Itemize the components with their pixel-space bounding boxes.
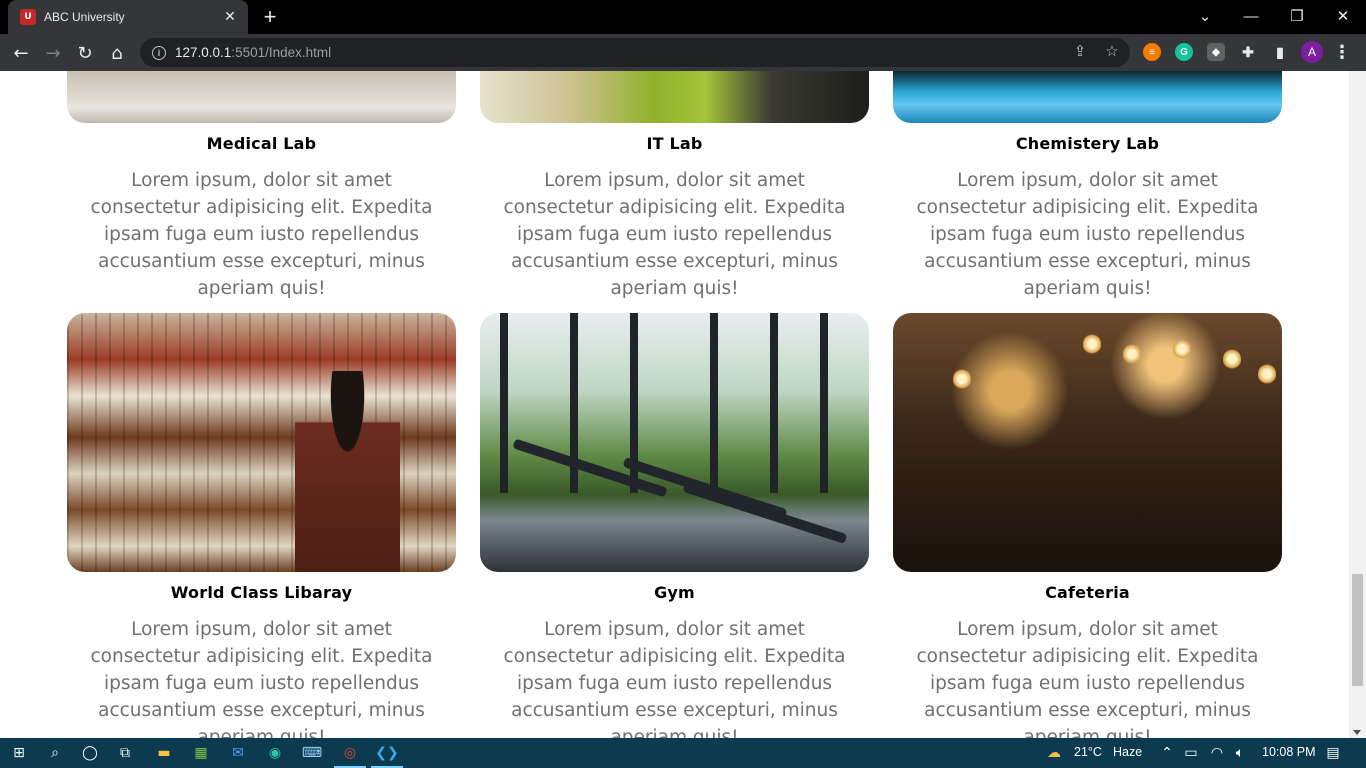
facility-title: IT Lab [646,134,703,153]
facility-description: Lorem ipsum, dolor sit amet consectetur … [503,170,846,299]
facility-card-library: World Class Libaray Lorem ipsum, dolor s… [67,313,456,738]
cafeteria-image [893,313,1282,572]
weather-description[interactable]: Haze [1113,745,1142,759]
facility-title: World Class Libaray [170,583,353,602]
it-lab-image [480,71,869,123]
wifi-icon[interactable]: ◠ [1206,742,1228,764]
facility-card-medical-lab: Medical Lab Lorem ipsum, dolor sit amet … [67,71,456,302]
browser-tab[interactable]: U ABC University ✕ [8,0,248,34]
windows-taskbar: ⊞ ⌕ ◯ ⧉ ▬ ▦ ✉ ◉ ⌨ ◎ ❮❯ ☁ 21°C Haze ⌃ ▭ ◠… [0,738,1366,768]
shield-extension-icon[interactable]: ◆ [1207,43,1225,61]
close-window-button[interactable]: ✕ [1320,0,1366,32]
facility-description: Lorem ipsum, dolor sit amet consectetur … [916,619,1259,738]
tab-search-icon[interactable]: ⌄ [1182,0,1228,32]
chrome-icon[interactable]: ◎ [339,742,361,764]
facility-card-it-lab: IT Lab Lorem ipsum, dolor sit amet conse… [480,71,869,302]
store-icon[interactable]: ▦ [190,742,212,764]
site-info-icon[interactable]: i [152,45,166,60]
share-icon[interactable]: ⇪ [1070,42,1090,60]
volume-icon[interactable]: 🔈︎ [1229,742,1251,764]
browser-menu-icon[interactable]: ⋮ [1333,40,1351,64]
university-crest-icon: U [20,9,36,25]
facility-card-gym: Gym Lorem ipsum, dolor sit amet consecte… [480,313,869,738]
library-image [67,313,456,572]
minimize-button[interactable]: — [1228,0,1274,32]
clock-time[interactable]: 10:08 PM [1262,745,1316,759]
url-text[interactable]: 127.0.0.1:5501/Index.html [175,45,331,60]
side-panel-icon[interactable]: ▮ [1271,43,1289,61]
facility-description: Lorem ipsum, dolor sit amet consectetur … [916,170,1259,299]
battery-icon[interactable]: ▭ [1180,742,1202,764]
restore-button[interactable]: ❐ [1274,0,1320,32]
task-view-icon[interactable]: ⧉ [114,742,136,764]
facility-card-cafeteria: Cafeteria Lorem ipsum, dolor sit amet co… [893,313,1282,738]
chemistry-lab-image [893,71,1282,123]
bookmark-star-icon[interactable]: ☆ [1102,42,1122,60]
keyboard-icon[interactable]: ⌨ [301,742,323,764]
file-explorer-icon[interactable]: ▬ [153,742,175,764]
page-scrollbar[interactable] [1349,71,1366,738]
gym-image [480,313,869,572]
browser-titlebar: U ABC University ✕ + ⌄ — ❐ ✕ [0,0,1366,34]
facility-title: Cafeteria [1045,583,1130,602]
weather-icon[interactable]: ☁ [1043,742,1065,764]
forward-icon[interactable]: → [40,40,66,66]
vscode-icon[interactable]: ❮❯ [375,742,398,764]
rss-extension-icon[interactable]: ≡ [1143,43,1161,61]
medical-lab-image [67,71,456,123]
extensions-puzzle-icon[interactable]: ✚ [1239,43,1257,61]
mail-icon[interactable]: ✉ [227,742,249,764]
close-tab-icon[interactable]: ✕ [220,7,240,27]
new-tab-button[interactable]: + [258,4,282,29]
edge-icon[interactable]: ◉ [264,742,286,764]
address-bar[interactable]: i 127.0.0.1:5501/Index.html ⇪ ☆ [140,38,1130,67]
reload-icon[interactable]: ↻ [72,40,98,66]
browser-toolbar: ← → ↻ ⌂ i 127.0.0.1:5501/Index.html ⇪ ☆ … [0,34,1366,71]
facility-card-chemistry-lab: Chemistery Lab Lorem ipsum, dolor sit am… [893,71,1282,302]
windows-start-icon[interactable]: ⊞ [8,742,30,764]
home-icon[interactable]: ⌂ [104,40,130,66]
tab-title: ABC University [44,10,125,24]
back-icon[interactable]: ← [8,40,34,66]
page-viewport: Medical Lab Lorem ipsum, dolor sit amet … [0,71,1366,738]
weather-temperature[interactable]: 21°C [1074,745,1102,759]
scroll-down-arrow-icon[interactable] [1353,730,1361,735]
facility-title: Medical Lab [206,134,317,153]
facility-description: Lorem ipsum, dolor sit amet consectetur … [90,170,433,299]
facility-description: Lorem ipsum, dolor sit amet consectetur … [90,619,433,738]
grammarly-extension-icon[interactable]: G [1175,43,1193,61]
notifications-icon[interactable]: ▤ [1322,742,1344,764]
search-icon[interactable]: ⌕ [44,742,66,764]
facility-title: Chemistery Lab [1015,134,1160,153]
chevron-up-icon[interactable]: ⌃ [1156,742,1178,764]
profile-avatar[interactable]: A [1301,41,1323,63]
scrollbar-thumb[interactable] [1352,574,1363,686]
cortana-icon[interactable]: ◯ [79,742,101,764]
facility-title: Gym [654,583,695,602]
facility-description: Lorem ipsum, dolor sit amet consectetur … [503,619,846,738]
